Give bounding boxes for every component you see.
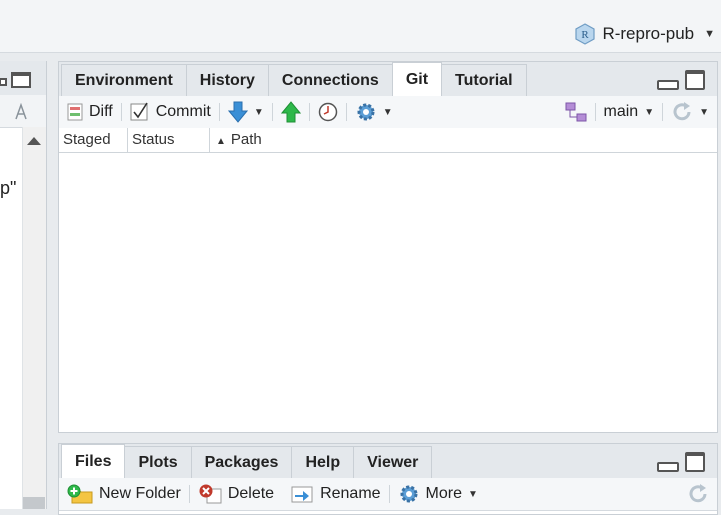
files-tabbar: Files Plots Packages Help Viewer: [59, 444, 717, 479]
vertical-scrollbar[interactable]: [22, 127, 46, 509]
minimize-button[interactable]: [657, 80, 679, 90]
diff-label: Diff: [89, 103, 113, 120]
source-pane: p": [0, 61, 47, 509]
tab-viewer[interactable]: Viewer: [353, 446, 433, 478]
files-pane: Files Plots Packages Help Viewer New Fol…: [58, 443, 718, 515]
tab-connections[interactable]: Connections: [267, 64, 393, 96]
push-arrow-icon: [280, 101, 301, 123]
column-staged[interactable]: Staged: [59, 128, 128, 152]
commit-button[interactable]: Commit: [122, 96, 219, 128]
top-bar: R R-repro-pub ▼: [0, 0, 721, 53]
tab-tutorial[interactable]: Tutorial: [441, 64, 527, 96]
git-tabbar: Environment History Connections Git Tuto…: [59, 62, 717, 97]
delete-icon: [199, 484, 222, 504]
spellcheck-icon[interactable]: [13, 103, 29, 121]
window-controls: [657, 452, 705, 472]
delete-label: Delete: [227, 485, 275, 502]
new-folder-label: New Folder: [99, 485, 181, 502]
tab-files[interactable]: Files: [61, 444, 126, 478]
refresh-button[interactable]: ▼: [663, 96, 717, 128]
chevron-down-icon: ▼: [382, 106, 393, 118]
window-controls[interactable]: [0, 71, 34, 89]
git-settings-button[interactable]: ▼: [347, 96, 401, 128]
commit-label: Commit: [155, 103, 211, 120]
push-button[interactable]: [273, 96, 309, 128]
new-folder-icon: [67, 484, 93, 504]
git-toolbar: Diff Commit ▼ ▼ main ▼ ▼: [59, 96, 717, 129]
clock-icon: [318, 102, 337, 122]
column-path-label: Path: [230, 131, 262, 148]
column-status[interactable]: Status: [128, 128, 210, 152]
sort-ascending-icon: ▲: [216, 136, 226, 147]
files-toolbar: New Folder Delete Rename More ▼: [59, 478, 717, 511]
history-button[interactable]: [310, 96, 346, 128]
diff-button[interactable]: Diff: [59, 96, 121, 128]
r-project-icon: R: [575, 23, 596, 45]
more-button[interactable]: More ▼: [390, 478, 486, 510]
chevron-down-icon: ▼: [468, 488, 478, 500]
rename-label: Rename: [320, 485, 381, 502]
tab-help[interactable]: Help: [291, 446, 355, 478]
git-column-headers: Staged Status ▲ Path: [59, 128, 717, 153]
scroll-up-icon[interactable]: [26, 136, 42, 146]
more-label: More: [425, 485, 462, 502]
source-tabbar: [0, 61, 46, 96]
project-name: R-repro-pub: [602, 24, 695, 43]
gear-icon: [357, 103, 375, 121]
chevron-down-icon: ▼: [644, 106, 655, 118]
tab-packages[interactable]: Packages: [190, 446, 293, 478]
branch-label: main: [603, 103, 639, 120]
pull-button[interactable]: ▼: [220, 96, 272, 128]
source-toolbar: [0, 95, 46, 128]
tab-git[interactable]: Git: [391, 62, 443, 96]
chevron-down-icon: ▼: [699, 106, 709, 118]
new-folder-button[interactable]: New Folder: [59, 478, 189, 510]
column-path[interactable]: ▲ Path: [210, 128, 262, 152]
tab-environment[interactable]: Environment: [61, 64, 187, 96]
chevron-down-icon[interactable]: ▼: [254, 107, 264, 118]
refresh-icon: [689, 484, 707, 503]
rename-icon: [291, 486, 313, 503]
scroll-thumb[interactable]: [23, 497, 45, 509]
branch-graph-icon: [565, 102, 586, 122]
git-pane: Environment History Connections Git Tuto…: [58, 61, 718, 433]
commit-checkbox-icon: [130, 102, 148, 121]
maximize-button[interactable]: [685, 70, 705, 90]
diff-icon: [67, 103, 83, 121]
refresh-icon: [673, 102, 691, 121]
rename-button[interactable]: Rename: [282, 478, 388, 510]
delete-button[interactable]: Delete: [190, 478, 282, 510]
svg-text:R: R: [582, 29, 590, 41]
minimize-button[interactable]: [657, 462, 679, 472]
tab-plots[interactable]: Plots: [124, 446, 192, 478]
chevron-down-icon: ▼: [704, 28, 715, 40]
window-controls: [657, 70, 705, 90]
pull-arrow-icon: [227, 101, 248, 123]
code-fragment: p": [0, 178, 17, 198]
branch-selector[interactable]: main ▼: [596, 96, 663, 128]
tab-history[interactable]: History: [185, 64, 269, 96]
files-refresh-button[interactable]: [679, 478, 717, 510]
maximize-button[interactable]: [685, 452, 705, 472]
branch-graph-button[interactable]: [557, 96, 595, 128]
project-menu[interactable]: R R-repro-pub ▼: [574, 20, 715, 48]
gear-icon: [400, 485, 418, 503]
